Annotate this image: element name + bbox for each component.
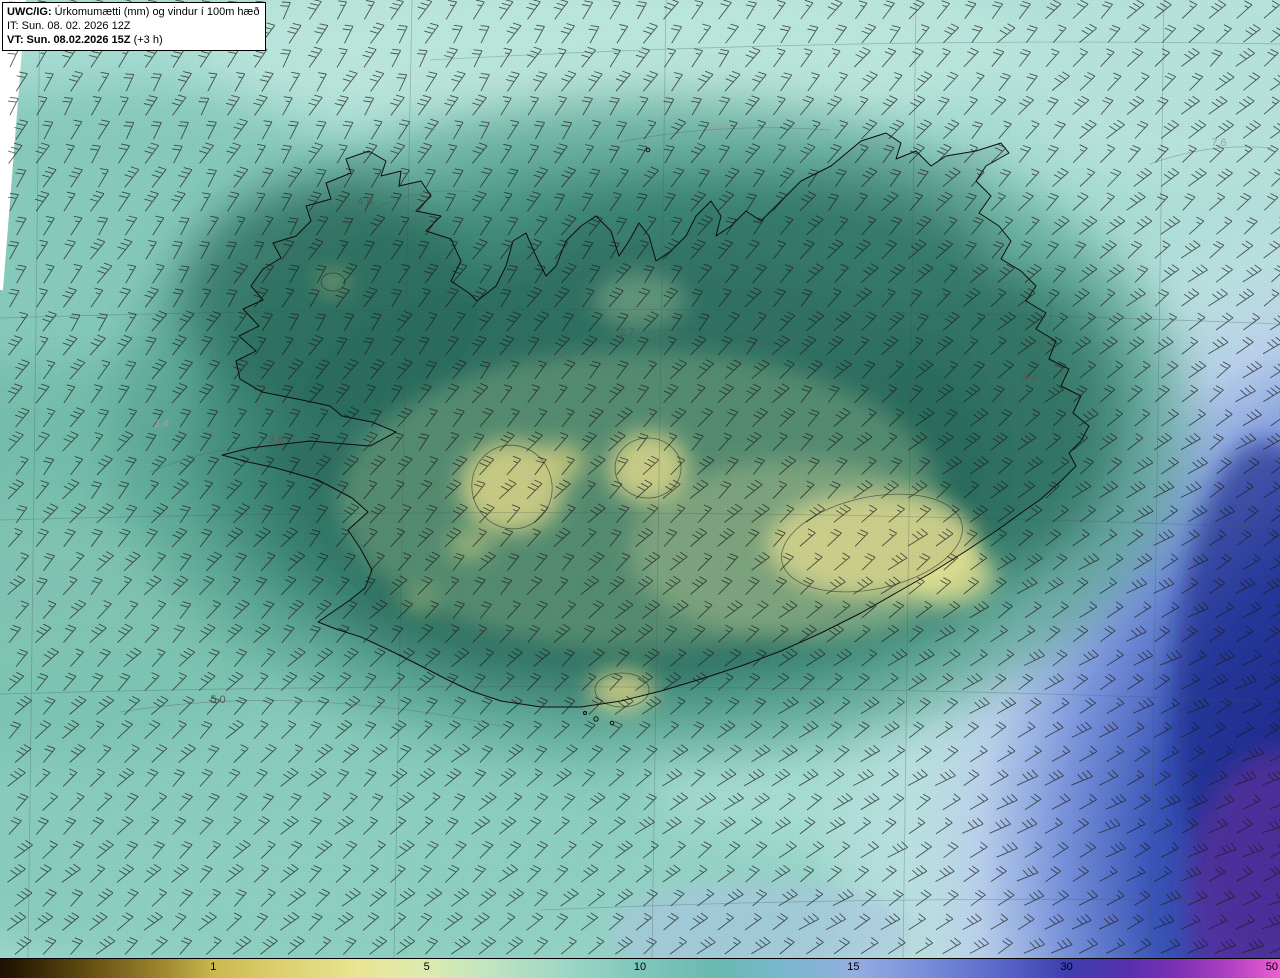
colorbar: 1 5 10 15 30 50	[0, 958, 1280, 978]
colorbar-tick: 15	[847, 961, 860, 973]
contour-label: 2.7	[619, 327, 634, 339]
colorbar-tick: 50	[1265, 961, 1278, 973]
title-line: UWC/IG: Úrkomumætti (mm) og vindur í 100…	[7, 5, 259, 19]
colorbar-labels: 1 5 10 15 30 50	[0, 959, 1280, 978]
init-time: IT: Sun. 08. 02. 2026 12Z	[7, 20, 131, 32]
valid-time: VT: Sun. 08.02.2026 15Z	[7, 34, 131, 46]
contour-label: 5.0	[210, 694, 225, 706]
contour-label: 4.6	[357, 196, 372, 208]
contour-label: 4.4	[1022, 372, 1037, 384]
map-title: Úrkomumætti (mm) og vindur í 100m hæð	[54, 6, 260, 18]
valid-time-line: VT: Sun. 08.02.2026 15Z (+3 h)	[7, 33, 259, 47]
title-box: UWC/IG: Úrkomumætti (mm) og vindur í 100…	[2, 2, 267, 51]
colorbar-tick: 10	[633, 961, 647, 973]
colorbar-tick: 1	[210, 961, 217, 973]
contour-label: 2.5	[711, 122, 726, 134]
contour-label: 7.6	[1211, 137, 1226, 149]
valid-offset: (+3 h)	[133, 34, 163, 46]
contour-label: 3.6	[268, 434, 283, 446]
model-label: UWC/IG:	[7, 6, 52, 18]
contour-label: 3.4	[153, 418, 168, 430]
map-overlay: 4.6 2.7 3.6 3.4 4.4 5.0 7.6 2.5	[153, 122, 1226, 706]
colorbar-tick: 5	[423, 961, 430, 973]
weather-map-viewport: 4.6 2.7 3.6 3.4 4.4 5.0 7.6 2.5 UWC/IG: Úrkomum…	[0, 0, 1280, 978]
colorbar-tick: 30	[1060, 961, 1073, 973]
